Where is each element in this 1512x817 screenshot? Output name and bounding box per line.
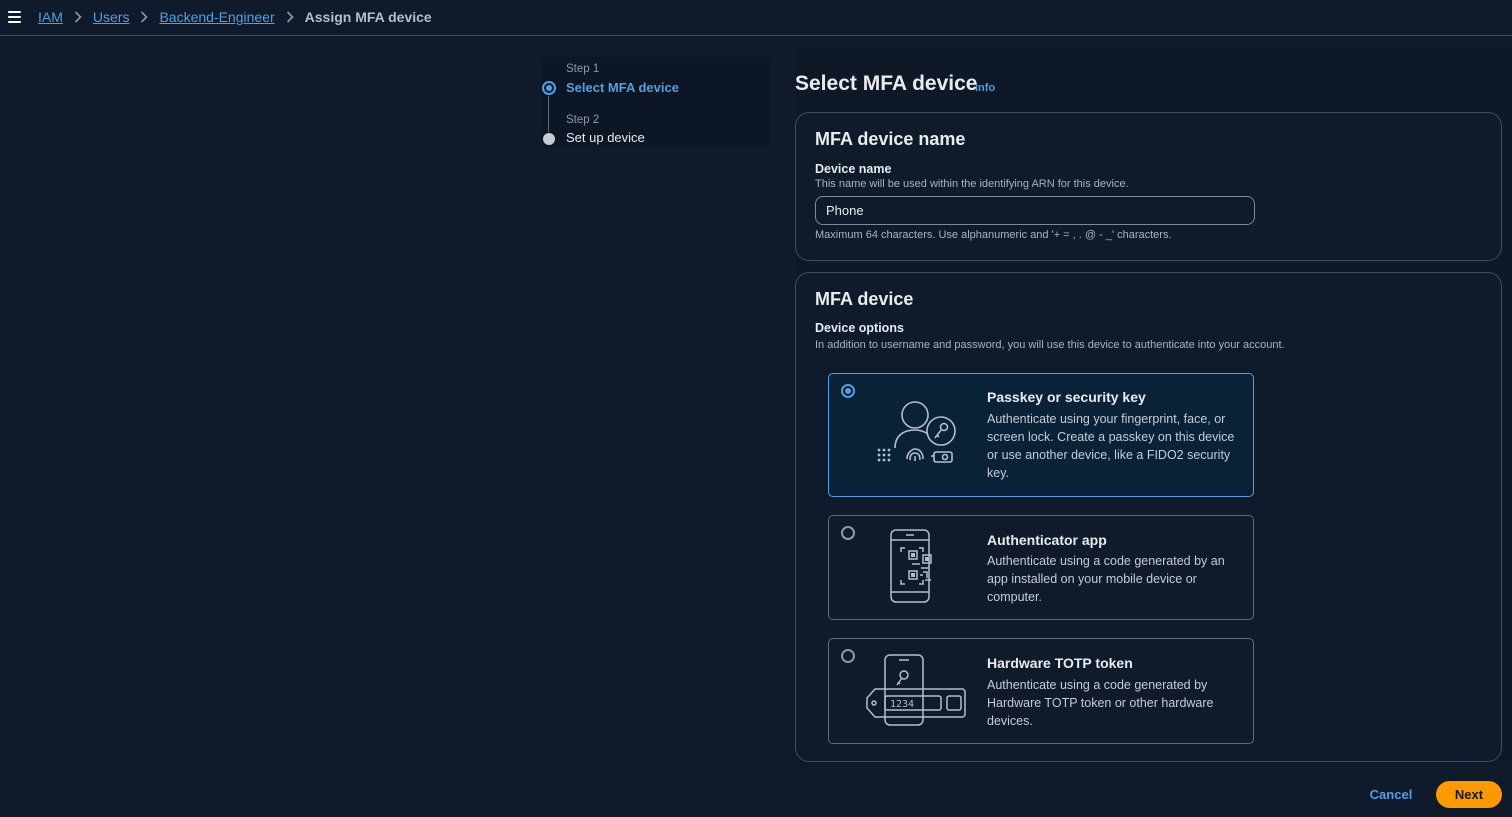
step-1-active-indicator-icon [542, 81, 556, 95]
step-1-label: Step 1 [566, 63, 600, 75]
device-name-label: Device name [815, 162, 892, 176]
breadcrumb-backend-engineer[interactable]: Backend-Engineer [159, 9, 274, 25]
device-options-label: Device options [815, 321, 904, 335]
breadcrumb: IAM Users Backend-Engineer Assign MFA de… [38, 9, 432, 25]
step-1-name[interactable]: Select MFA device [566, 80, 679, 95]
step-2-indicator-icon [543, 133, 555, 145]
step-connector [548, 96, 549, 132]
option-authenticator-app[interactable]: Authenticator app Authenticate using a c… [828, 515, 1254, 620]
authenticator-app-title: Authenticator app [987, 532, 1107, 548]
breadcrumb-iam[interactable]: IAM [38, 9, 63, 25]
option-hardware-totp-token[interactable]: 1234 Hardware TOTP token Authenticate us… [828, 638, 1254, 744]
device-options-description: In addition to username and password, yo… [815, 339, 1285, 351]
hardware-token-icon: 1234 [866, 654, 966, 726]
hardware-totp-title: Hardware TOTP token [987, 655, 1133, 671]
authenticator-app-description: Authenticate using a code generated by a… [987, 554, 1225, 604]
mfa-device-heading: MFA device [815, 289, 914, 309]
hardware-totp-radio[interactable] [841, 649, 855, 663]
top-bar: IAM Users Backend-Engineer Assign MFA de… [0, 0, 1512, 36]
authenticator-app-radio[interactable] [841, 526, 855, 540]
breadcrumb-current: Assign MFA device [304, 9, 432, 25]
hardware-totp-description: Authenticate using a code generated by H… [987, 678, 1214, 728]
breadcrumb-users[interactable]: Users [93, 9, 130, 25]
chevron-right-icon [74, 11, 82, 23]
step-2-name: Set up device [566, 130, 645, 145]
authenticator-app-icon [890, 529, 932, 603]
device-name-description: This name will be used within the identi… [815, 178, 1129, 190]
page-title: Select MFA device [795, 72, 978, 95]
cancel-button[interactable]: Cancel [1362, 781, 1420, 808]
chevron-right-icon [286, 11, 294, 23]
device-name-constraint: Maximum 64 characters. Use alphanumeric … [815, 229, 1172, 241]
wizard-steps: Step 1 Select MFA device Step 2 Set up d… [541, 57, 771, 147]
next-button[interactable]: Next [1436, 781, 1502, 808]
device-name-heading: MFA device name [815, 129, 966, 149]
option-passkey[interactable]: Passkey or security key Authenticate usi… [828, 373, 1254, 497]
passkey-radio[interactable] [841, 384, 855, 398]
device-name-input[interactable] [815, 196, 1255, 225]
step-2-label: Step 2 [566, 114, 600, 126]
info-link[interactable]: Info [975, 82, 995, 94]
passkey-icon [877, 401, 956, 463]
passkey-description: Authenticate using your fingerprint, fac… [987, 412, 1235, 480]
passkey-title: Passkey or security key [987, 389, 1146, 405]
token-code: 1234 [890, 699, 914, 710]
device-name-card: MFA device name Device name This name wi… [795, 112, 1502, 261]
hamburger-menu-icon[interactable] [8, 11, 21, 23]
chevron-right-icon [140, 11, 149, 23]
